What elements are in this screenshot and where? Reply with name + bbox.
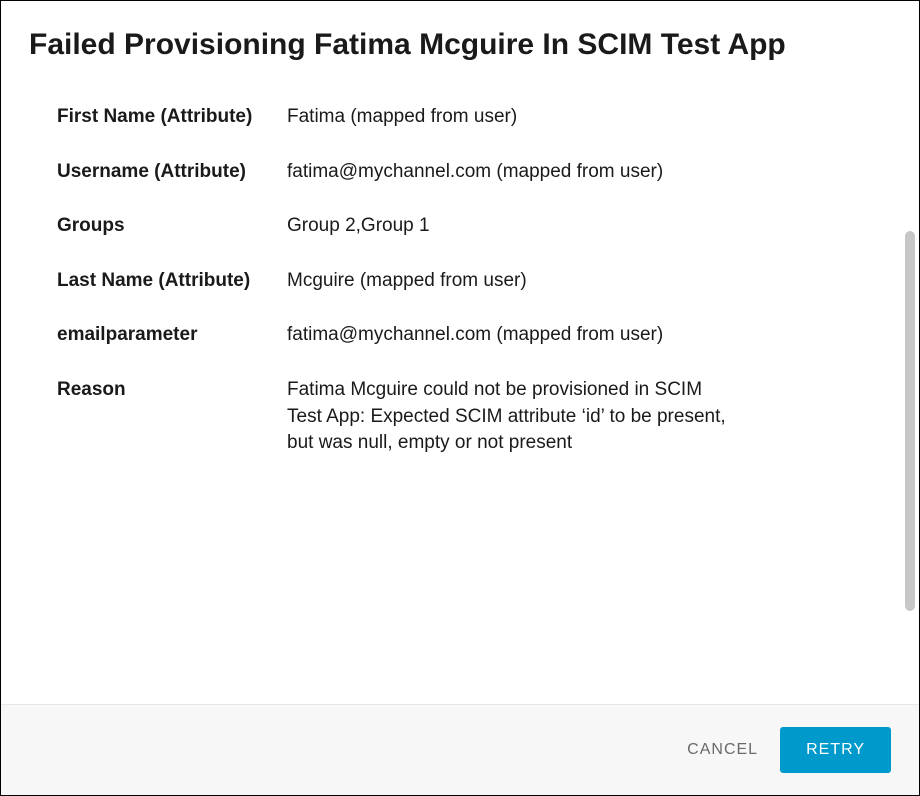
scrollbar-thumb[interactable] <box>905 231 915 611</box>
field-label: Reason <box>57 377 287 404</box>
field-value: fatima@mychannel.com (mapped from user) <box>287 159 727 186</box>
dialog-footer: CANCEL RETRY <box>1 704 919 795</box>
field-value: fatima@mychannel.com (mapped from user) <box>287 322 727 349</box>
dialog-title: Failed Provisioning Fatima Mcguire In SC… <box>29 25 891 64</box>
field-username: Username (Attribute) fatima@mychannel.co… <box>57 159 879 186</box>
dialog-body: First Name (Attribute) Fatima (mapped fr… <box>1 64 919 704</box>
field-value: Mcguire (mapped from user) <box>287 268 727 295</box>
field-value: Fatima Mcguire could not be provisioned … <box>287 377 727 457</box>
field-value: Group 2,Group 1 <box>287 213 727 240</box>
field-groups: Groups Group 2,Group 1 <box>57 213 879 240</box>
field-value: Fatima (mapped from user) <box>287 104 727 131</box>
cancel-button[interactable]: CANCEL <box>683 729 762 771</box>
field-label: Last Name (Attribute) <box>57 268 287 295</box>
field-reason: Reason Fatima Mcguire could not be provi… <box>57 377 879 457</box>
field-first-name: First Name (Attribute) Fatima (mapped fr… <box>57 104 879 131</box>
field-label: First Name (Attribute) <box>57 104 287 131</box>
field-label: Groups <box>57 213 287 240</box>
retry-button[interactable]: RETRY <box>780 727 891 773</box>
provisioning-error-dialog: Failed Provisioning Fatima Mcguire In SC… <box>1 1 919 795</box>
dialog-header: Failed Provisioning Fatima Mcguire In SC… <box>1 1 919 64</box>
field-last-name: Last Name (Attribute) Mcguire (mapped fr… <box>57 268 879 295</box>
field-emailparameter: emailparameter fatima@mychannel.com (map… <box>57 322 879 349</box>
field-label: emailparameter <box>57 322 287 349</box>
field-label: Username (Attribute) <box>57 159 287 186</box>
